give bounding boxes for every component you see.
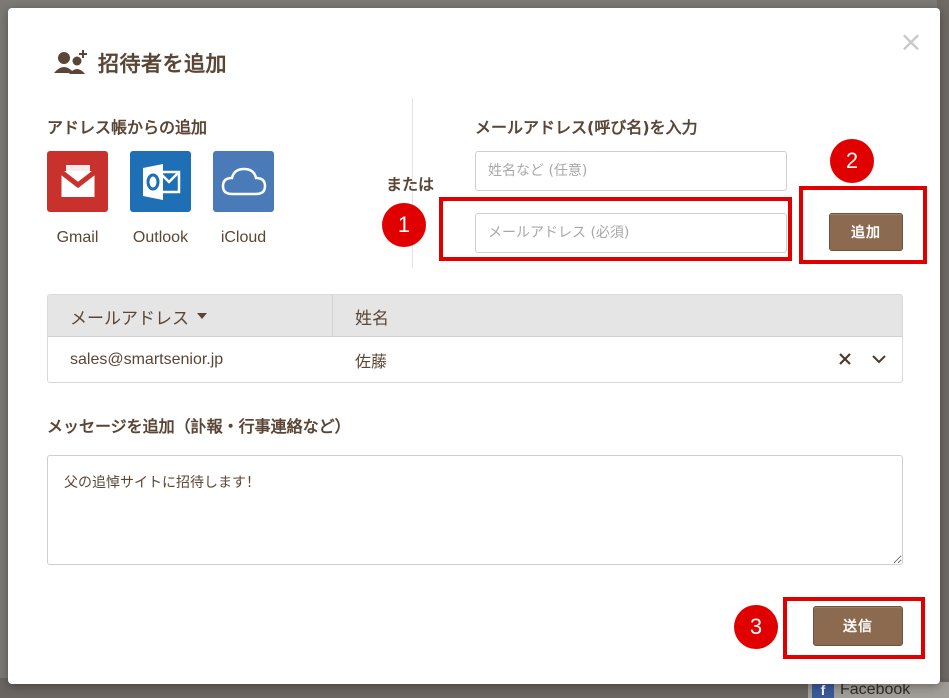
name-input[interactable]: [475, 151, 787, 191]
callout-3-box: [783, 597, 925, 659]
row-email: sales@smartsenior.jp: [70, 351, 224, 368]
facebook-icon: f: [812, 682, 834, 698]
provider-outlook[interactable]: Outlook: [130, 151, 213, 247]
icloud-icon: [213, 151, 274, 212]
column-header-name: 姓名: [355, 308, 389, 329]
address-book-heading: アドレス帳からの追加: [47, 118, 208, 137]
sort-caret-icon: [197, 313, 207, 319]
column-header-email[interactable]: メールアドレス: [48, 295, 333, 337]
message-heading: メッセージを追加（訃報・行事連絡など）: [47, 417, 351, 436]
add-users-icon: [54, 50, 87, 74]
outlook-icon: [130, 151, 191, 212]
provider-gmail[interactable]: Gmail: [47, 151, 130, 247]
recipients-table: メールアドレス 姓名 sales@smartsenior.jp 佐藤: [47, 294, 903, 383]
column-header-label: メールアドレス: [70, 308, 189, 329]
row-name: 佐藤: [355, 352, 388, 371]
provider-icloud[interactable]: iCloud: [213, 151, 296, 247]
callout-1: 1: [382, 203, 426, 247]
provider-label: Gmail: [56, 229, 99, 246]
callout-2-box: [799, 186, 927, 264]
remove-row-icon[interactable]: [836, 349, 854, 369]
callout-3: 3: [734, 605, 778, 649]
facebook-link[interactable]: f Facebook: [808, 681, 949, 698]
close-button[interactable]: ×: [899, 28, 923, 56]
callout-1-box: [439, 197, 792, 261]
or-label: または: [386, 175, 435, 194]
gmail-icon: [47, 151, 108, 212]
message-textarea[interactable]: 父の追悼サイトに招待します！: [47, 455, 903, 565]
table-header: メールアドレス 姓名: [48, 295, 902, 337]
callout-2: 2: [830, 139, 874, 183]
provider-label: iCloud: [220, 229, 267, 246]
manual-entry-heading: メールアドレス(呼び名)を入力: [475, 118, 698, 137]
dialog-header: 招待者を追加: [54, 48, 227, 78]
row-actions: [836, 349, 888, 369]
provider-label: Outlook: [132, 229, 189, 246]
table-row: sales@smartsenior.jp 佐藤: [48, 337, 902, 382]
chevron-down-icon[interactable]: [870, 349, 888, 369]
dialog-title: 招待者を追加: [98, 52, 227, 76]
provider-list: Gmail Outlook iCloud: [47, 151, 296, 247]
invite-dialog: × 招待者を追加 アドレス帳からの追加 Gmail Outlook iCloud…: [8, 8, 940, 684]
